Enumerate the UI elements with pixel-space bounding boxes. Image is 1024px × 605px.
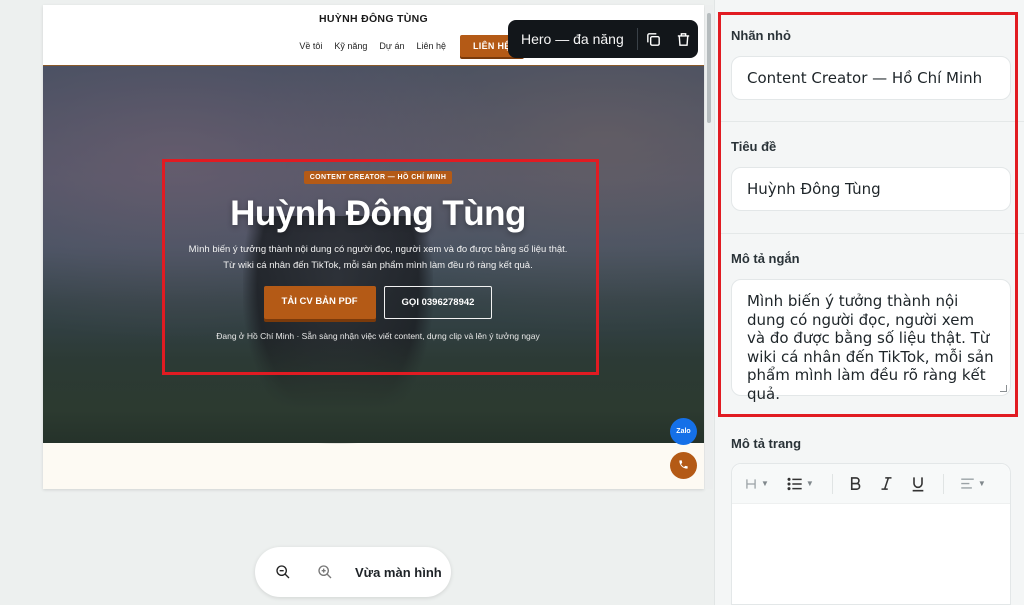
editor-toolbar: ▼ ▼ ▼: [732, 464, 1010, 504]
chevron-down-icon: ▼: [761, 479, 769, 488]
small-label-label: Nhãn nhỏ: [731, 28, 791, 43]
hero-description: Mình biến ý tưởng thành nội dung có ngườ…: [178, 242, 578, 274]
scrollbar-thumb[interactable]: [707, 13, 711, 123]
hero-title: Huỳnh Đông Tùng: [230, 194, 526, 233]
nav-link-projects[interactable]: Dự án: [379, 41, 404, 51]
underline-icon[interactable]: [911, 476, 925, 492]
align-icon[interactable]: ▼: [960, 477, 986, 490]
hero-photo-landscape: [43, 333, 704, 443]
hero-note: Đang ở Hồ Chí Minh · Sẵn sàng nhận việc …: [216, 331, 540, 341]
page-desc-label: Mô tả trang: [731, 436, 802, 451]
chevron-down-icon: ▼: [977, 479, 986, 488]
toolbar-divider: [831, 473, 833, 494]
chevron-down-icon: ▼: [805, 479, 814, 488]
short-desc-text: Mình biến ý tưởng thành nội dung có ngườ…: [747, 292, 994, 403]
short-desc-label: Mô tả ngắn: [731, 251, 800, 266]
hero-badge: CONTENT CREATOR — HỒ CHÍ MINH: [303, 171, 453, 184]
nav-link-contact[interactable]: Liên hệ: [416, 41, 446, 51]
trash-icon[interactable]: [668, 31, 698, 48]
field-divider: [718, 121, 1024, 122]
title-input[interactable]: Huỳnh Đông Tùng: [731, 167, 1011, 211]
hero-buttons: TẢI CV BẢN PDF GỌI 0396278942: [163, 286, 593, 319]
phone-icon: [678, 457, 689, 475]
zoom-out-icon[interactable]: [273, 562, 293, 582]
block-toolbar: Hero — đa năng: [508, 20, 698, 58]
resize-handle[interactable]: [1000, 385, 1007, 392]
fit-to-screen-button[interactable]: Vừa màn hình: [355, 565, 442, 580]
page-desc-editor[interactable]: ▼ ▼ ▼: [731, 463, 1011, 605]
call-float-button[interactable]: [670, 452, 697, 479]
copy-icon[interactable]: [638, 31, 668, 48]
field-divider: [718, 233, 1024, 234]
italic-icon[interactable]: [880, 476, 893, 491]
hero-content: CONTENT CREATOR — HỒ CHÍ MINH Huỳnh Đông…: [163, 166, 593, 341]
hero-desc-line-1: Mình biến ý tưởng thành nội dung có ngườ…: [188, 244, 568, 255]
hero-desc-line-2: Từ wiki cá nhân đến TikTok, mỗi sản phẩm…: [223, 260, 533, 271]
heading-icon[interactable]: ▼: [744, 477, 769, 491]
hero-section[interactable]: CONTENT CREATOR — HỒ CHÍ MINH Huỳnh Đông…: [43, 65, 704, 444]
canvas-scrollbar[interactable]: [705, 5, 713, 489]
toolbar-divider: [942, 473, 944, 494]
call-button[interactable]: GỌI 0396278942: [383, 286, 493, 319]
block-type-label: Hero — đa năng: [521, 31, 624, 47]
list-icon[interactable]: ▼: [787, 477, 814, 491]
download-cv-button[interactable]: TẢI CV BẢN PDF: [263, 286, 376, 319]
zoom-controls: Vừa màn hình: [255, 547, 451, 597]
bold-icon[interactable]: [849, 476, 862, 491]
zalo-chat-button[interactable]: Zalo: [670, 418, 697, 445]
zoom-in-icon[interactable]: [315, 562, 335, 582]
nav-link-about[interactable]: Về tôi: [299, 41, 322, 51]
short-desc-textarea[interactable]: Mình biến ý tưởng thành nội dung có ngườ…: [731, 279, 1011, 403]
nav-link-skills[interactable]: Kỹ năng: [334, 41, 367, 51]
title-label: Tiêu đề: [731, 139, 777, 154]
page-preview[interactable]: HUỲNH ĐÔNG TÙNG Về tôi Kỹ năng Dự án Liê…: [43, 5, 704, 489]
small-label-input[interactable]: Content Creator — Hồ Chí Minh: [731, 56, 1011, 100]
